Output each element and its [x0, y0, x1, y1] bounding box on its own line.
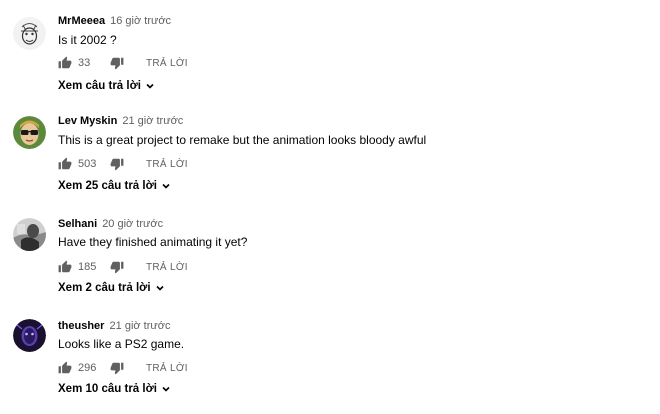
thumb-down-icon [110, 261, 124, 274]
comment-item: theusher 21 giờ trước Looks like a PS2 g… [0, 306, 660, 408]
thumb-up-icon [58, 361, 72, 374]
avatar[interactable] [13, 218, 46, 251]
like-count: 503 [78, 158, 97, 170]
like-count: 185 [78, 261, 97, 273]
like-count: 296 [78, 362, 97, 374]
thumb-down-icon [110, 362, 124, 375]
dislike-button[interactable] [110, 260, 124, 274]
reply-button[interactable]: TRẢ LỜI [146, 262, 188, 273]
view-replies-button[interactable]: Xem câu trả lời [58, 80, 155, 92]
comment-text: Is it 2002 ? [58, 33, 117, 47]
thumb-up-icon [58, 260, 72, 273]
view-replies-label: Xem 25 câu trả lời [58, 180, 157, 192]
author-name[interactable]: theusher [58, 320, 104, 332]
comment-item: Lev Myskin 21 giờ trước This is a great … [0, 102, 660, 204]
avatar[interactable] [13, 116, 46, 149]
comment-header: Lev Myskin 21 giờ trước [58, 114, 183, 128]
comment-actions: 296 TRẢ LỜI [58, 359, 188, 377]
like-button[interactable] [58, 157, 72, 171]
like-button[interactable] [58, 361, 72, 375]
dislike-button[interactable] [110, 157, 124, 171]
view-replies-label: Xem 2 câu trả lời [58, 282, 151, 294]
avatar[interactable] [13, 17, 46, 50]
view-replies-label: Xem câu trả lời [58, 80, 141, 92]
dislike-button[interactable] [110, 361, 124, 375]
comment-actions: 185 TRẢ LỜI [58, 258, 188, 276]
dislike-button[interactable] [110, 56, 124, 70]
thumb-up-icon [58, 157, 72, 170]
thumb-down-icon [110, 158, 124, 171]
author-name[interactable]: Selhani [58, 218, 97, 230]
reply-button[interactable]: TRẢ LỜI [146, 58, 188, 69]
grayscale-photo-avatar-icon [13, 218, 46, 251]
comment-time[interactable]: 16 giờ trước [110, 15, 171, 27]
like-count: 33 [78, 57, 91, 69]
sketch-face-avatar-icon [13, 17, 46, 50]
view-replies-button[interactable]: Xem 2 câu trả lời [58, 282, 165, 294]
thumb-up-icon [58, 56, 72, 69]
author-name[interactable]: Lev Myskin [58, 115, 117, 127]
comment-text: Have they finished animating it yet? [58, 235, 248, 249]
view-replies-button[interactable]: Xem 10 câu trả lời [58, 383, 171, 395]
author-name[interactable]: MrMeeea [58, 15, 105, 27]
comment-text: This is a great project to remake but th… [58, 133, 427, 147]
comment-item: Selhani 20 giờ trước Have they finished … [0, 204, 660, 306]
comment-time[interactable]: 20 giờ trước [102, 218, 163, 230]
chevron-down-icon [146, 83, 154, 89]
comment-header: MrMeeea 16 giờ trước [58, 14, 171, 28]
comment-time[interactable]: 21 giờ trước [122, 115, 183, 127]
reply-button[interactable]: TRẢ LỜI [146, 363, 188, 374]
reply-button[interactable]: TRẢ LỜI [146, 159, 188, 170]
chevron-down-icon [155, 285, 164, 291]
comment-item: MrMeeea 16 giờ trước Is it 2002 ? 33 TRẢ… [0, 0, 660, 102]
thumb-down-icon [110, 57, 124, 70]
comment-text: Looks like a PS2 game. [58, 337, 185, 351]
avatar[interactable] [13, 319, 46, 352]
chevron-down-icon [162, 386, 170, 392]
like-button[interactable] [58, 56, 72, 70]
chevron-down-icon [162, 183, 170, 189]
comment-time[interactable]: 21 giờ trước [110, 320, 171, 332]
comment-header: Selhani 20 giờ trước [58, 217, 163, 231]
view-replies-label: Xem 10 câu trả lời [58, 383, 157, 395]
neon-face-avatar-icon [13, 319, 46, 352]
comment-actions: 33 TRẢ LỜI [58, 54, 188, 72]
sunglasses-face-avatar-icon [13, 116, 46, 149]
comment-header: theusher 21 giờ trước [58, 319, 170, 333]
view-replies-button[interactable]: Xem 25 câu trả lời [58, 180, 171, 192]
comment-actions: 503 TRẢ LỜI [58, 155, 188, 173]
like-button[interactable] [58, 260, 72, 274]
